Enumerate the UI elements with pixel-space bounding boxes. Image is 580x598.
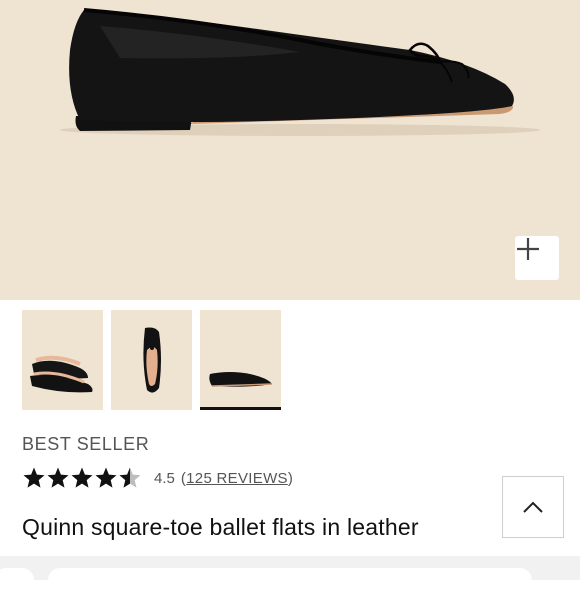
reviews-link[interactable]: (125 REVIEWS) [181, 470, 293, 487]
star-rating [22, 466, 142, 490]
shoe-pair-image [30, 355, 93, 393]
product-title: Quinn square-toe ballet flats in leather [22, 514, 419, 540]
zoom-button[interactable] [515, 236, 559, 280]
shoe-top-image [143, 327, 161, 393]
star-icon [95, 467, 117, 488]
reviews-close-paren: ) [287, 469, 294, 487]
half-star-icon [119, 467, 141, 488]
star-icon [47, 467, 69, 488]
thumbnail-pair-view[interactable] [22, 310, 103, 410]
product-main-image[interactable] [0, 0, 580, 300]
star-icon [71, 467, 93, 488]
bottom-bar [0, 556, 580, 598]
rating-row: 4.5 (125 REVIEWS) [22, 465, 293, 491]
rating-value: 4.5 [154, 469, 175, 487]
bottom-main-control[interactable] [48, 568, 532, 598]
bottom-left-control[interactable] [0, 568, 34, 598]
plus-icon [517, 238, 539, 260]
shoe-side-thumb-image [209, 372, 273, 387]
thumbnail-top-view[interactable] [111, 310, 192, 410]
scroll-to-top-button[interactable] [502, 476, 564, 538]
chevron-up-icon [523, 501, 543, 513]
star-icon [23, 467, 45, 488]
thumbnail-side-view[interactable] [200, 310, 281, 410]
best-seller-badge: BEST SELLER [22, 434, 150, 454]
shoe-side-image [60, 8, 540, 136]
reviews-label[interactable]: 125 REVIEWS [186, 470, 288, 487]
